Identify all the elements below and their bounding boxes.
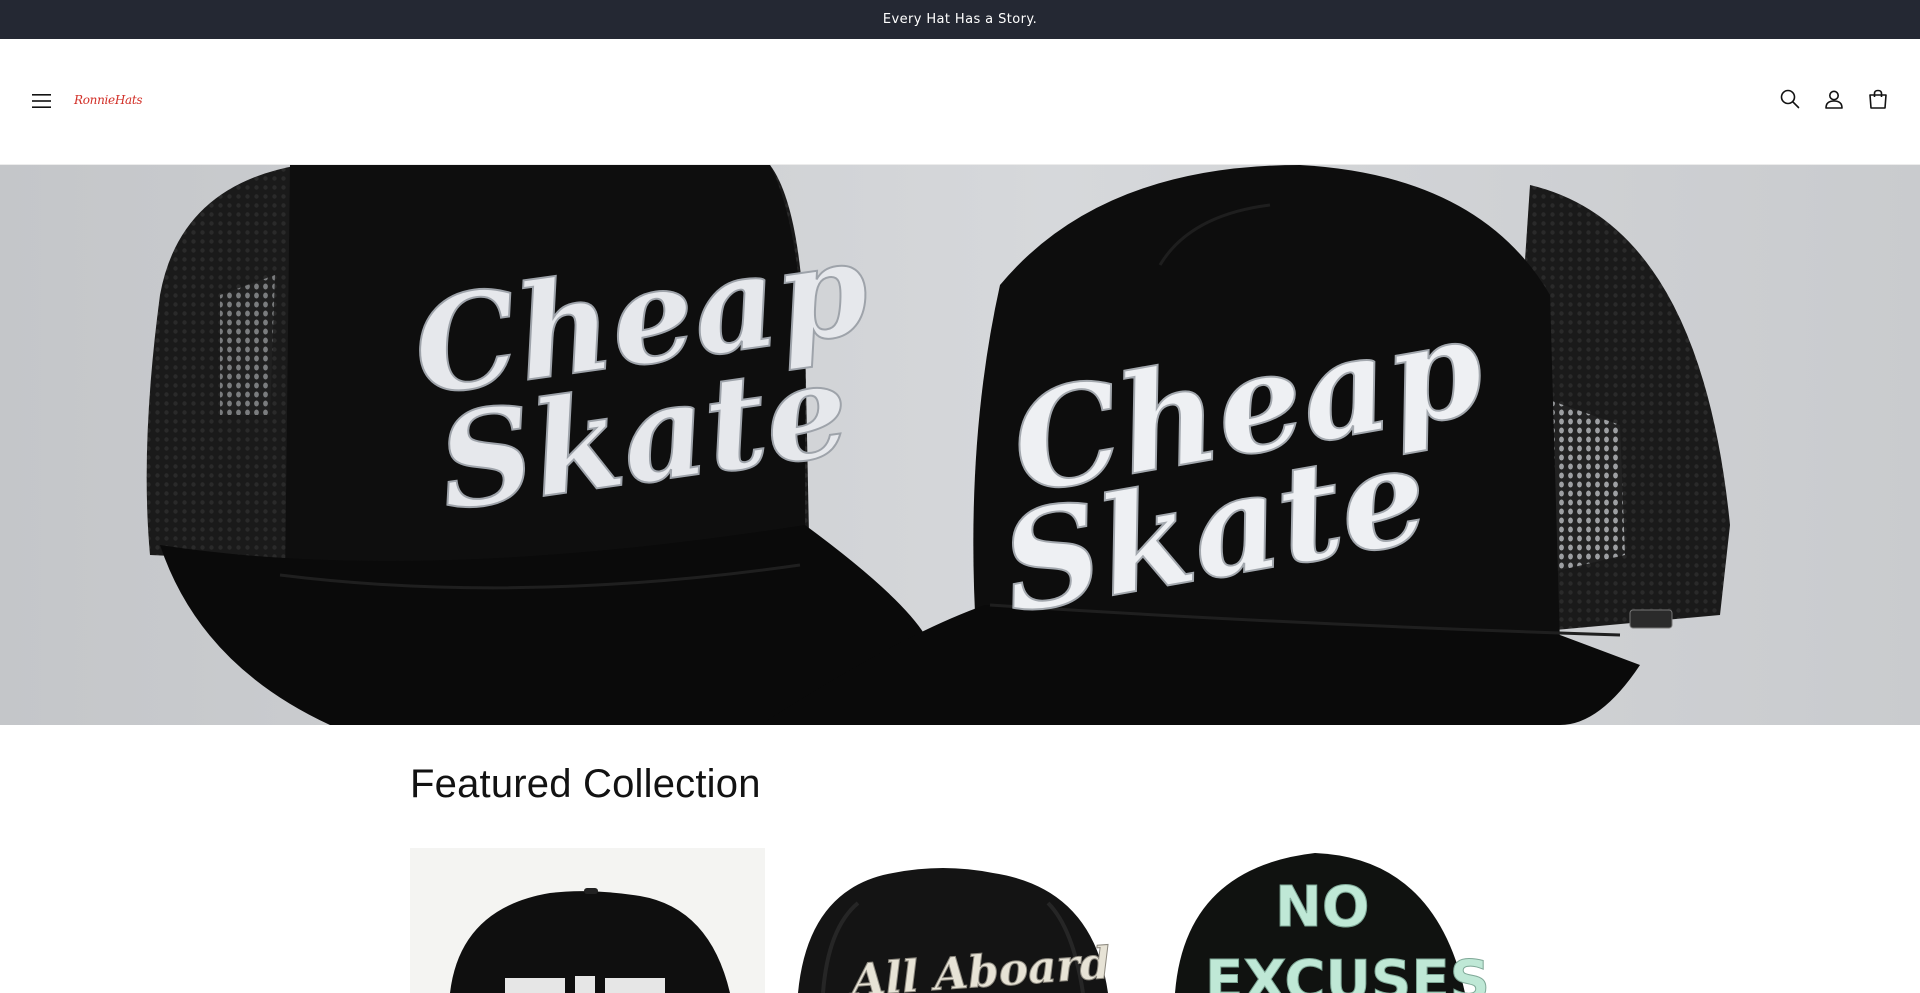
product-card[interactable]: NO EXCUSES <box>1155 848 1511 993</box>
search-icon[interactable] <box>1776 85 1804 113</box>
cart-icon[interactable] <box>1864 85 1892 113</box>
site-header: RonnieHats <box>0 39 1920 165</box>
header-icons <box>1776 85 1892 113</box>
product-grid: All Aboard NO EXCUSES <box>410 848 1511 993</box>
announcement-bar: Every Hat Has a Story. <box>0 0 1920 39</box>
product-image: All Aboard <box>782 848 1138 993</box>
store-logo[interactable]: RonnieHats <box>74 85 146 115</box>
product-card[interactable] <box>410 848 765 993</box>
product-image <box>410 848 765 993</box>
hero-image: Cheap Skate Cheap Skate <box>0 165 1920 725</box>
menu-icon[interactable] <box>28 87 56 115</box>
left-hat: Cheap Skate <box>146 165 925 725</box>
hero-banner[interactable]: Cheap Skate Cheap Skate <box>0 165 1920 725</box>
product-image: NO EXCUSES <box>1155 848 1511 993</box>
product-card[interactable]: All Aboard <box>782 848 1138 993</box>
account-icon[interactable] <box>1820 85 1848 113</box>
svg-text:NO: NO <box>1275 875 1369 940</box>
svg-text:EXCUSES: EXCUSES <box>1205 949 1490 993</box>
featured-collection-title: Featured Collection <box>410 762 761 806</box>
announcement-text: Every Hat Has a Story. <box>882 12 1038 27</box>
